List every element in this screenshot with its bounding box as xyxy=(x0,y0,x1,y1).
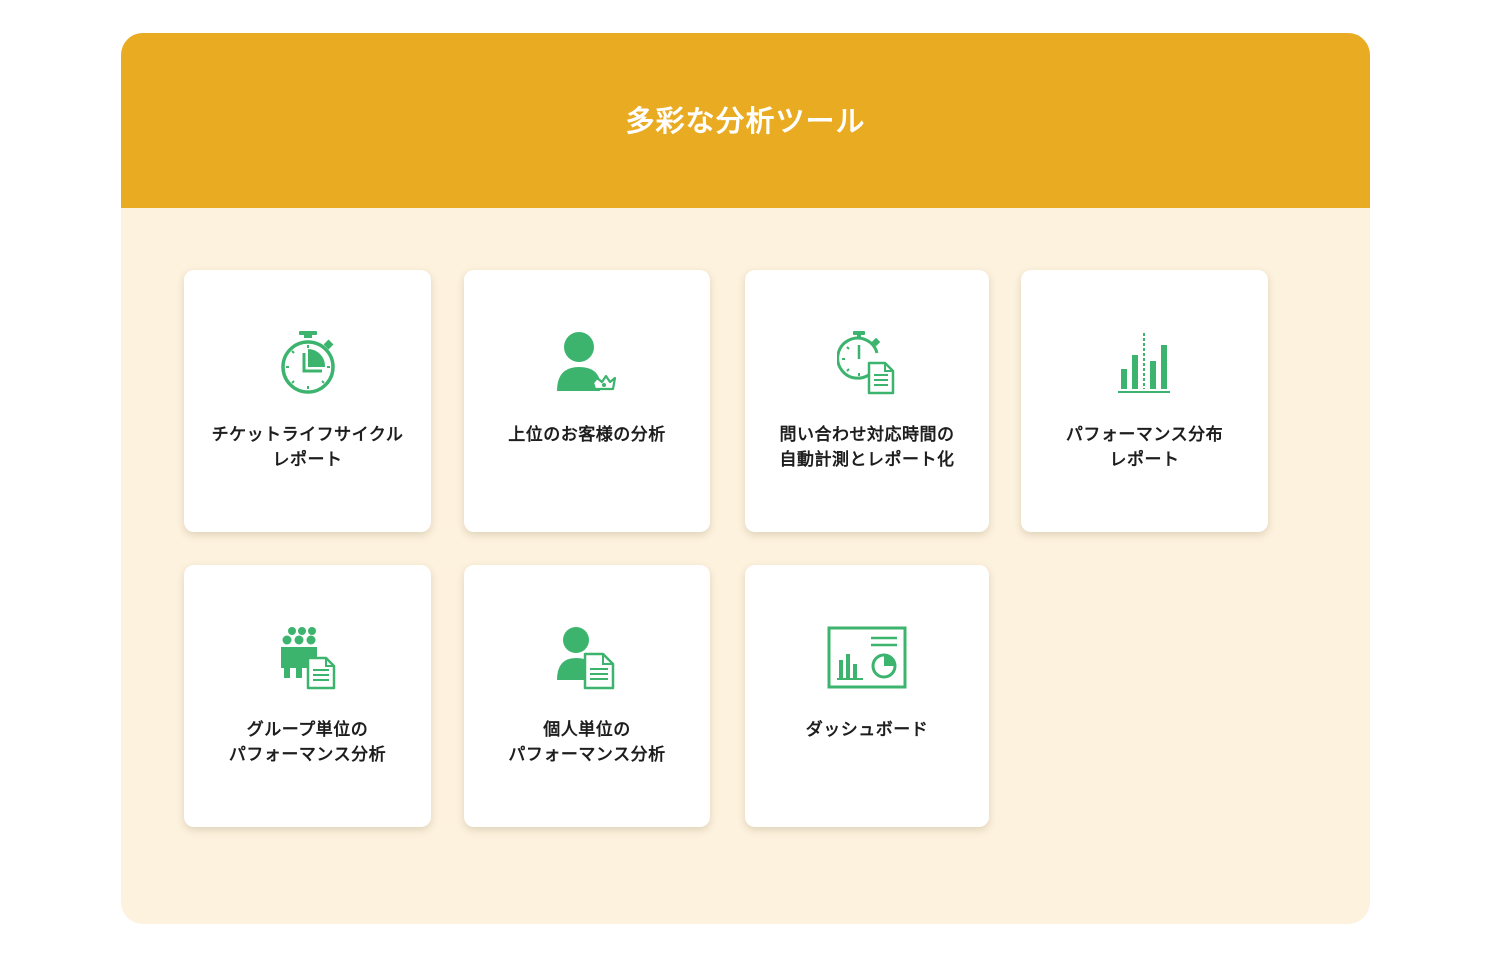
card-ticket-lifecycle-report[interactable]: チケットライフサイクル レポート xyxy=(184,270,431,532)
group-document-icon xyxy=(263,625,353,691)
tools-grid: チケットライフサイクル レポート 上位のお客様の分析 問い合わせ対応時間の 自動… xyxy=(184,270,1268,827)
timer-document-icon xyxy=(822,330,912,396)
card-label: チケットライフサイクル レポート xyxy=(211,425,404,470)
card-label: パフォーマンス分布 レポート xyxy=(1065,425,1224,470)
card-label: グループ単位の パフォーマンス分析 xyxy=(228,720,387,765)
card-label: 問い合わせ対応時間の 自動計測とレポート化 xyxy=(779,425,955,470)
card-response-time-measurement[interactable]: 問い合わせ対応時間の 自動計測とレポート化 xyxy=(745,270,989,532)
person-document-icon xyxy=(542,625,632,691)
bar-chart-icon xyxy=(1100,330,1190,396)
stopwatch-icon xyxy=(263,330,353,396)
card-label: 上位のお客様の分析 xyxy=(508,425,666,445)
card-group-performance-analysis[interactable]: グループ単位の パフォーマンス分析 xyxy=(184,565,431,827)
analysis-tools-panel: 多彩な分析ツール チケットライフサイクル レポート 上位のお客様の分析 問い合わ… xyxy=(121,33,1370,924)
customer-crown-icon xyxy=(542,330,632,396)
card-dashboard[interactable]: ダッシュボード xyxy=(745,565,989,827)
card-performance-distribution-report[interactable]: パフォーマンス分布 レポート xyxy=(1021,270,1268,532)
panel-title: 多彩な分析ツール xyxy=(625,103,866,138)
card-label: ダッシュボード xyxy=(805,720,929,740)
panel-header: 多彩な分析ツール xyxy=(121,33,1370,208)
dashboard-icon xyxy=(822,625,912,691)
card-top-customers-analysis[interactable]: 上位のお客様の分析 xyxy=(464,270,710,532)
card-individual-performance-analysis[interactable]: 個人単位の パフォーマンス分析 xyxy=(464,565,710,827)
card-label: 個人単位の パフォーマンス分析 xyxy=(508,720,666,765)
